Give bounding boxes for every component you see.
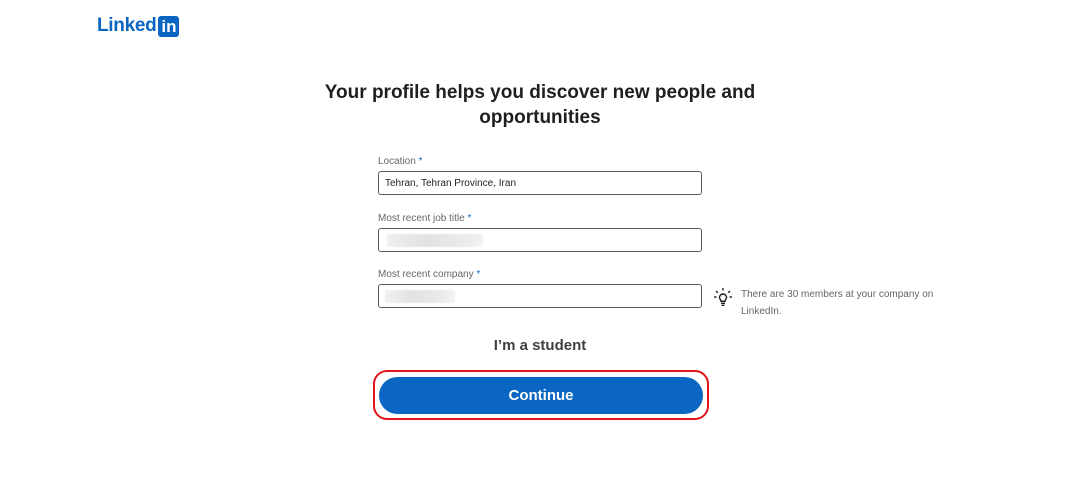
location-required-mark: * bbox=[418, 156, 423, 167]
hint-text: There are 30 members at your company on … bbox=[741, 289, 934, 317]
page-title: Your profile helps you discover new peop… bbox=[300, 80, 780, 130]
job-title-input[interactable] bbox=[378, 228, 702, 252]
location-label: Location * bbox=[378, 155, 702, 168]
lightbulb-icon bbox=[714, 288, 732, 306]
job-title-required-mark: * bbox=[467, 213, 472, 224]
logo-wordmark: Linked bbox=[97, 15, 157, 36]
location-value: Tehran, Tehran Province, Iran bbox=[385, 177, 517, 189]
location-input[interactable]: Tehran, Tehran Province, Iran bbox=[378, 171, 702, 195]
company-input[interactable] bbox=[378, 284, 702, 308]
im-a-student-link[interactable]: I’m a student bbox=[440, 337, 640, 354]
location-label-text: Location bbox=[378, 156, 416, 167]
job-title-label: Most recent job title * bbox=[378, 212, 702, 225]
company-field: Most recent company * bbox=[378, 268, 702, 308]
onboarding-page: Linked in Your profile helps you discove… bbox=[0, 0, 1080, 504]
page-title-line-1: Your profile helps you discover new peop… bbox=[324, 82, 756, 103]
company-members-hint: There are 30 members at your company on … bbox=[713, 286, 961, 320]
job-title-field: Most recent job title * bbox=[378, 212, 702, 252]
company-required-mark: * bbox=[476, 269, 481, 280]
continue-button[interactable]: Continue bbox=[379, 377, 703, 414]
logo-in-box: in bbox=[158, 15, 180, 37]
linkedin-logo[interactable]: Linked in bbox=[97, 14, 180, 38]
location-field: Location * Tehran, Tehran Province, Iran bbox=[378, 155, 702, 195]
job-title-label-text: Most recent job title bbox=[378, 213, 465, 224]
company-redacted-value bbox=[385, 290, 455, 303]
company-label: Most recent company * bbox=[378, 268, 702, 281]
page-title-line-2: opportunities bbox=[479, 107, 601, 128]
company-label-text: Most recent company bbox=[378, 269, 474, 280]
job-title-redacted-value bbox=[387, 234, 483, 247]
